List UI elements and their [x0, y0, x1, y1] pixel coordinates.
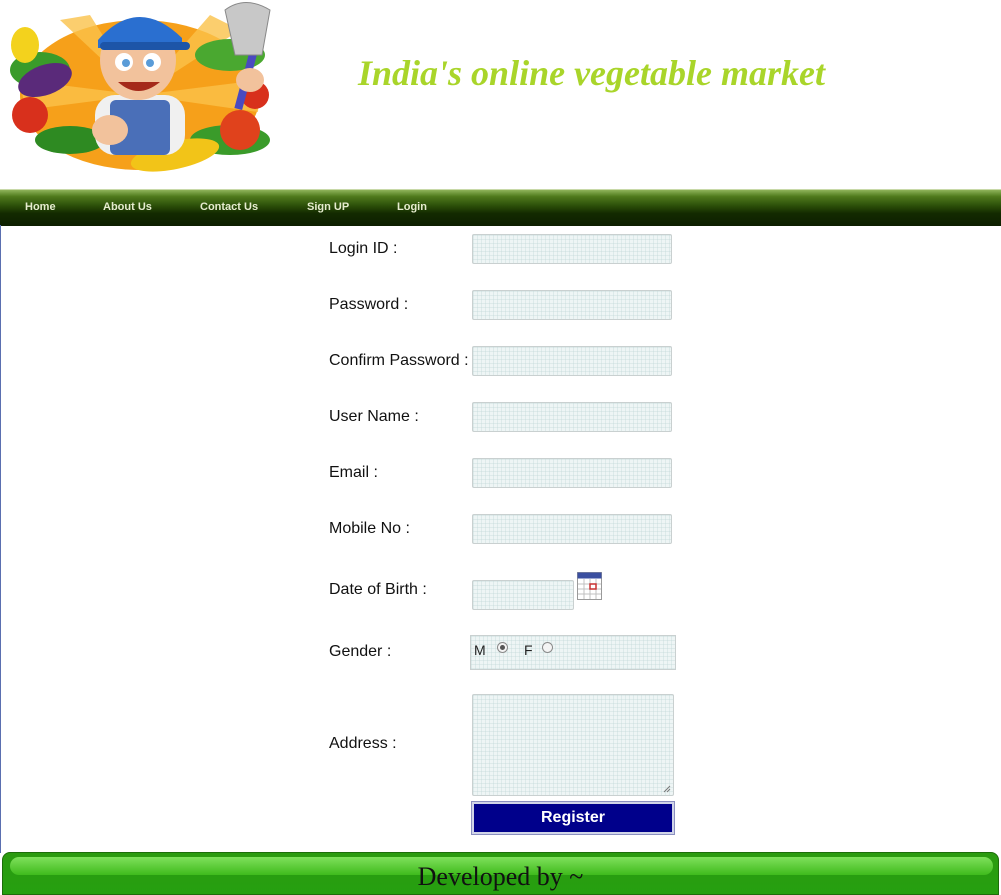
nav-home[interactable]: Home [25, 190, 56, 224]
mobile-label: Mobile No : [329, 520, 410, 537]
site-title: India's online vegetable market [358, 53, 825, 93]
login-id-label: Login ID : [329, 240, 398, 257]
page-border [0, 225, 1, 853]
address-textarea[interactable] [472, 694, 674, 796]
farmer-vegetables-logo [10, 2, 271, 172]
main-nav: Home About Us Contact Us Sign UP Login [0, 189, 1001, 226]
gender-radio-group: M F [470, 635, 676, 670]
gender-f-label: F [524, 642, 533, 658]
mobile-input[interactable] [472, 514, 672, 544]
site-header: India's online vegetable market [0, 0, 1001, 189]
dob-label: Date of Birth : [329, 581, 427, 598]
password-input[interactable] [472, 290, 672, 320]
site-footer: Developed by ~ [2, 852, 999, 895]
user-name-input[interactable] [472, 402, 672, 432]
login-id-input[interactable] [472, 234, 672, 264]
footer-text: Developed by ~ [417, 862, 584, 891]
confirm-password-label: Confirm Password : [329, 352, 469, 369]
gender-m-label: M [474, 642, 486, 658]
gender-m-radio[interactable] [497, 642, 508, 653]
nav-sign-up[interactable]: Sign UP [307, 190, 349, 224]
calendar-icon[interactable] [577, 572, 602, 600]
email-input[interactable] [472, 458, 672, 488]
address-label: Address : [329, 735, 397, 752]
resize-grip-icon[interactable] [663, 785, 671, 793]
nav-login[interactable]: Login [397, 190, 427, 224]
gender-label: Gender : [329, 643, 392, 660]
password-label: Password : [329, 296, 409, 313]
dob-input[interactable] [472, 580, 574, 610]
user-name-label: User Name : [329, 408, 419, 425]
nav-contact-us[interactable]: Contact Us [200, 190, 258, 224]
nav-about-us[interactable]: About Us [103, 190, 152, 224]
register-button[interactable]: Register [471, 801, 675, 835]
email-label: Email : [329, 464, 378, 481]
gender-f-radio[interactable] [542, 642, 553, 653]
confirm-password-input[interactable] [472, 346, 672, 376]
